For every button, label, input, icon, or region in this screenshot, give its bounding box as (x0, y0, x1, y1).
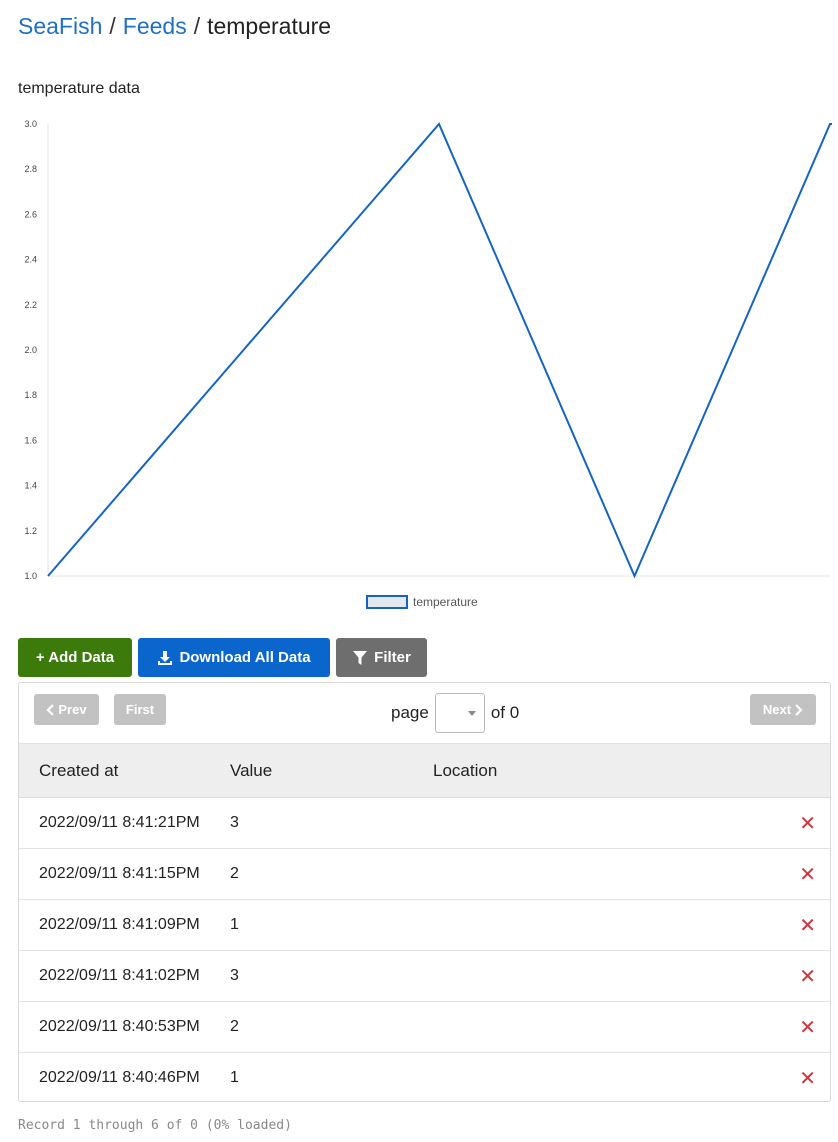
cell-created-at: 2022/09/11 8:40:46PM (39, 1069, 200, 1086)
cell-created-at: 2022/09/11 8:41:15PM (39, 865, 200, 882)
page-indicator: page of 0 (391, 693, 519, 733)
download-all-data-label: Download All Data (179, 649, 311, 666)
table-header: Created at Value Location (19, 744, 830, 798)
page-count-label: of 0 (490, 703, 520, 722)
legend-label-temperature: temperature (413, 595, 478, 609)
legend-swatch (366, 595, 408, 609)
breadcrumb: SeaFish / Feeds / temperature (18, 12, 331, 40)
first-page-button[interactable]: First (114, 694, 166, 725)
column-header-location[interactable]: Location (433, 761, 497, 781)
toolbar: + Add Data Download All Data Filter (18, 638, 427, 677)
y-tick-label: 1.6 (24, 435, 37, 445)
cell-value: 2 (230, 865, 239, 882)
data-table-panel: Prev First page of 0 Next Created at Val… (18, 682, 831, 1102)
temperature-chart: 1.0 1.2 1.4 1.6 1.8 2.0 2.2 2.4 2.6 2.8 3.0 tempera… (24, 119, 832, 609)
cell-created-at: 2022/09/11 8:41:02PM (39, 967, 200, 984)
delete-row-icon[interactable]: ✕ (799, 1066, 816, 1091)
table-row: 2022/09/11 8:40:53PM 2 ✕ (19, 1002, 830, 1053)
delete-row-icon[interactable]: ✕ (799, 964, 816, 989)
breadcrumb-separator: / (109, 13, 116, 39)
y-tick-label: 1.4 (24, 481, 37, 491)
delete-row-icon[interactable]: ✕ (799, 811, 816, 836)
cell-created-at: 2022/09/11 8:41:09PM (39, 916, 200, 933)
y-tick-label: 1.0 (24, 571, 37, 581)
chevron-right-icon (795, 703, 803, 716)
y-tick-label: 2.8 (24, 164, 37, 174)
page-label: page (391, 703, 429, 722)
table-row: 2022/09/11 8:40:46PM 1 ✕ (19, 1053, 830, 1101)
delete-row-icon[interactable]: ✕ (799, 1015, 816, 1040)
cell-created-at: 2022/09/11 8:40:53PM (39, 1018, 200, 1035)
first-label: First (125, 702, 155, 717)
column-header-value[interactable]: Value (230, 761, 272, 781)
y-tick-label: 2.2 (24, 300, 37, 310)
prev-page-button[interactable]: Prev (34, 694, 99, 725)
table-row: 2022/09/11 8:41:09PM 1 ✕ (19, 900, 830, 951)
chart-title: temperature data (18, 80, 140, 97)
y-tick-label: 2.6 (24, 209, 37, 219)
breadcrumb-seafish-link[interactable]: SeaFish (18, 13, 102, 39)
page-select[interactable] (434, 693, 485, 733)
cell-value: 3 (230, 814, 239, 831)
delete-row-icon[interactable]: ✕ (799, 913, 816, 938)
breadcrumb-current: temperature (207, 13, 332, 39)
next-label: Next (762, 702, 792, 717)
cell-created-at: 2022/09/11 8:41:21PM (39, 814, 200, 831)
filter-icon (353, 650, 368, 665)
y-tick-label: 1.2 (24, 526, 37, 536)
pagination-bar: Prev First page of 0 Next (19, 683, 830, 744)
download-all-data-button[interactable]: Download All Data (138, 638, 330, 677)
y-tick-label: 2.4 (24, 255, 37, 265)
cell-value: 3 (230, 967, 239, 984)
table-row: 2022/09/11 8:41:21PM 3 ✕ (19, 798, 830, 849)
breadcrumb-separator: / (193, 13, 201, 39)
y-tick-label: 3.0 (24, 119, 37, 129)
delete-row-icon[interactable]: ✕ (799, 862, 816, 887)
record-status: Record 1 through 6 of 0 (0% loaded) (18, 1118, 292, 1133)
prev-label: Prev (58, 702, 87, 717)
y-tick-label: 2.0 (24, 345, 37, 355)
cell-value: 1 (230, 916, 239, 933)
column-header-created-at[interactable]: Created at (39, 761, 118, 781)
chevron-down-icon (467, 711, 476, 716)
breadcrumb-feeds-link[interactable]: Feeds (123, 13, 187, 39)
filter-label: Filter (374, 649, 411, 666)
download-icon (158, 650, 173, 665)
chevron-left-icon (46, 703, 55, 716)
cell-value: 2 (230, 1018, 239, 1035)
temperature-series-line (47, 122, 832, 579)
table-row: 2022/09/11 8:41:02PM 3 ✕ (19, 951, 830, 1002)
table-row: 2022/09/11 8:41:15PM 2 ✕ (19, 849, 830, 900)
add-data-button[interactable]: + Add Data (18, 638, 132, 677)
add-data-label: + Add Data (35, 649, 115, 666)
cell-value: 1 (230, 1069, 239, 1086)
next-page-button[interactable]: Next (750, 694, 816, 725)
y-tick-label: 1.8 (24, 390, 37, 400)
filter-button[interactable]: Filter (336, 638, 427, 677)
